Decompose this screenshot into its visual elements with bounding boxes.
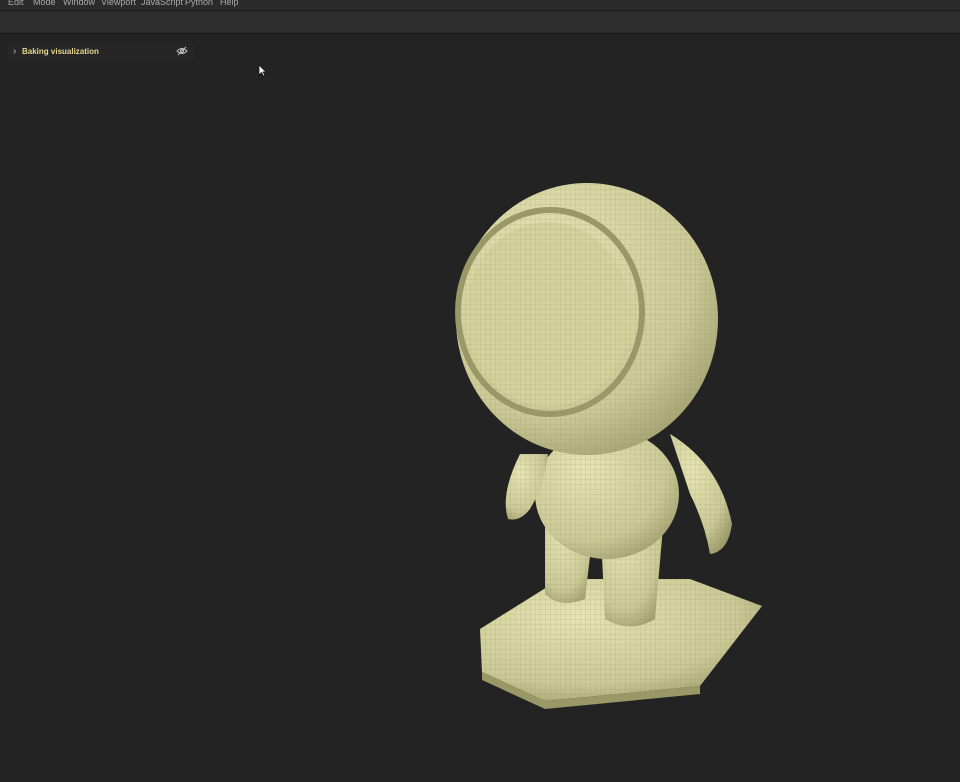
menu-python[interactable]: Python — [185, 0, 213, 8]
chevron-right-icon[interactable]: › — [13, 46, 16, 58]
menu-window[interactable]: Window — [63, 0, 95, 8]
model-head — [455, 183, 718, 455]
mesh-model-illustration — [455, 183, 762, 709]
menu-help[interactable]: Help — [220, 0, 239, 8]
menu-edit[interactable]: Edit — [8, 0, 24, 8]
menu-bar: Edit Mode Window Viewport JavaScript Pyt… — [0, 0, 960, 11]
toolbar — [0, 11, 960, 34]
baking-visualization-row[interactable]: › Baking visualization — [8, 43, 194, 61]
mouse-cursor-icon — [258, 64, 267, 77]
3d-viewport[interactable] — [0, 34, 960, 782]
menu-mode[interactable]: Mode — [33, 0, 56, 8]
menu-javascript[interactable]: JavaScript — [141, 0, 183, 8]
baking-visualization-label: Baking visualization — [22, 47, 99, 56]
menu-viewport[interactable]: Viewport — [101, 0, 136, 8]
eye-hidden-icon[interactable] — [176, 45, 188, 57]
